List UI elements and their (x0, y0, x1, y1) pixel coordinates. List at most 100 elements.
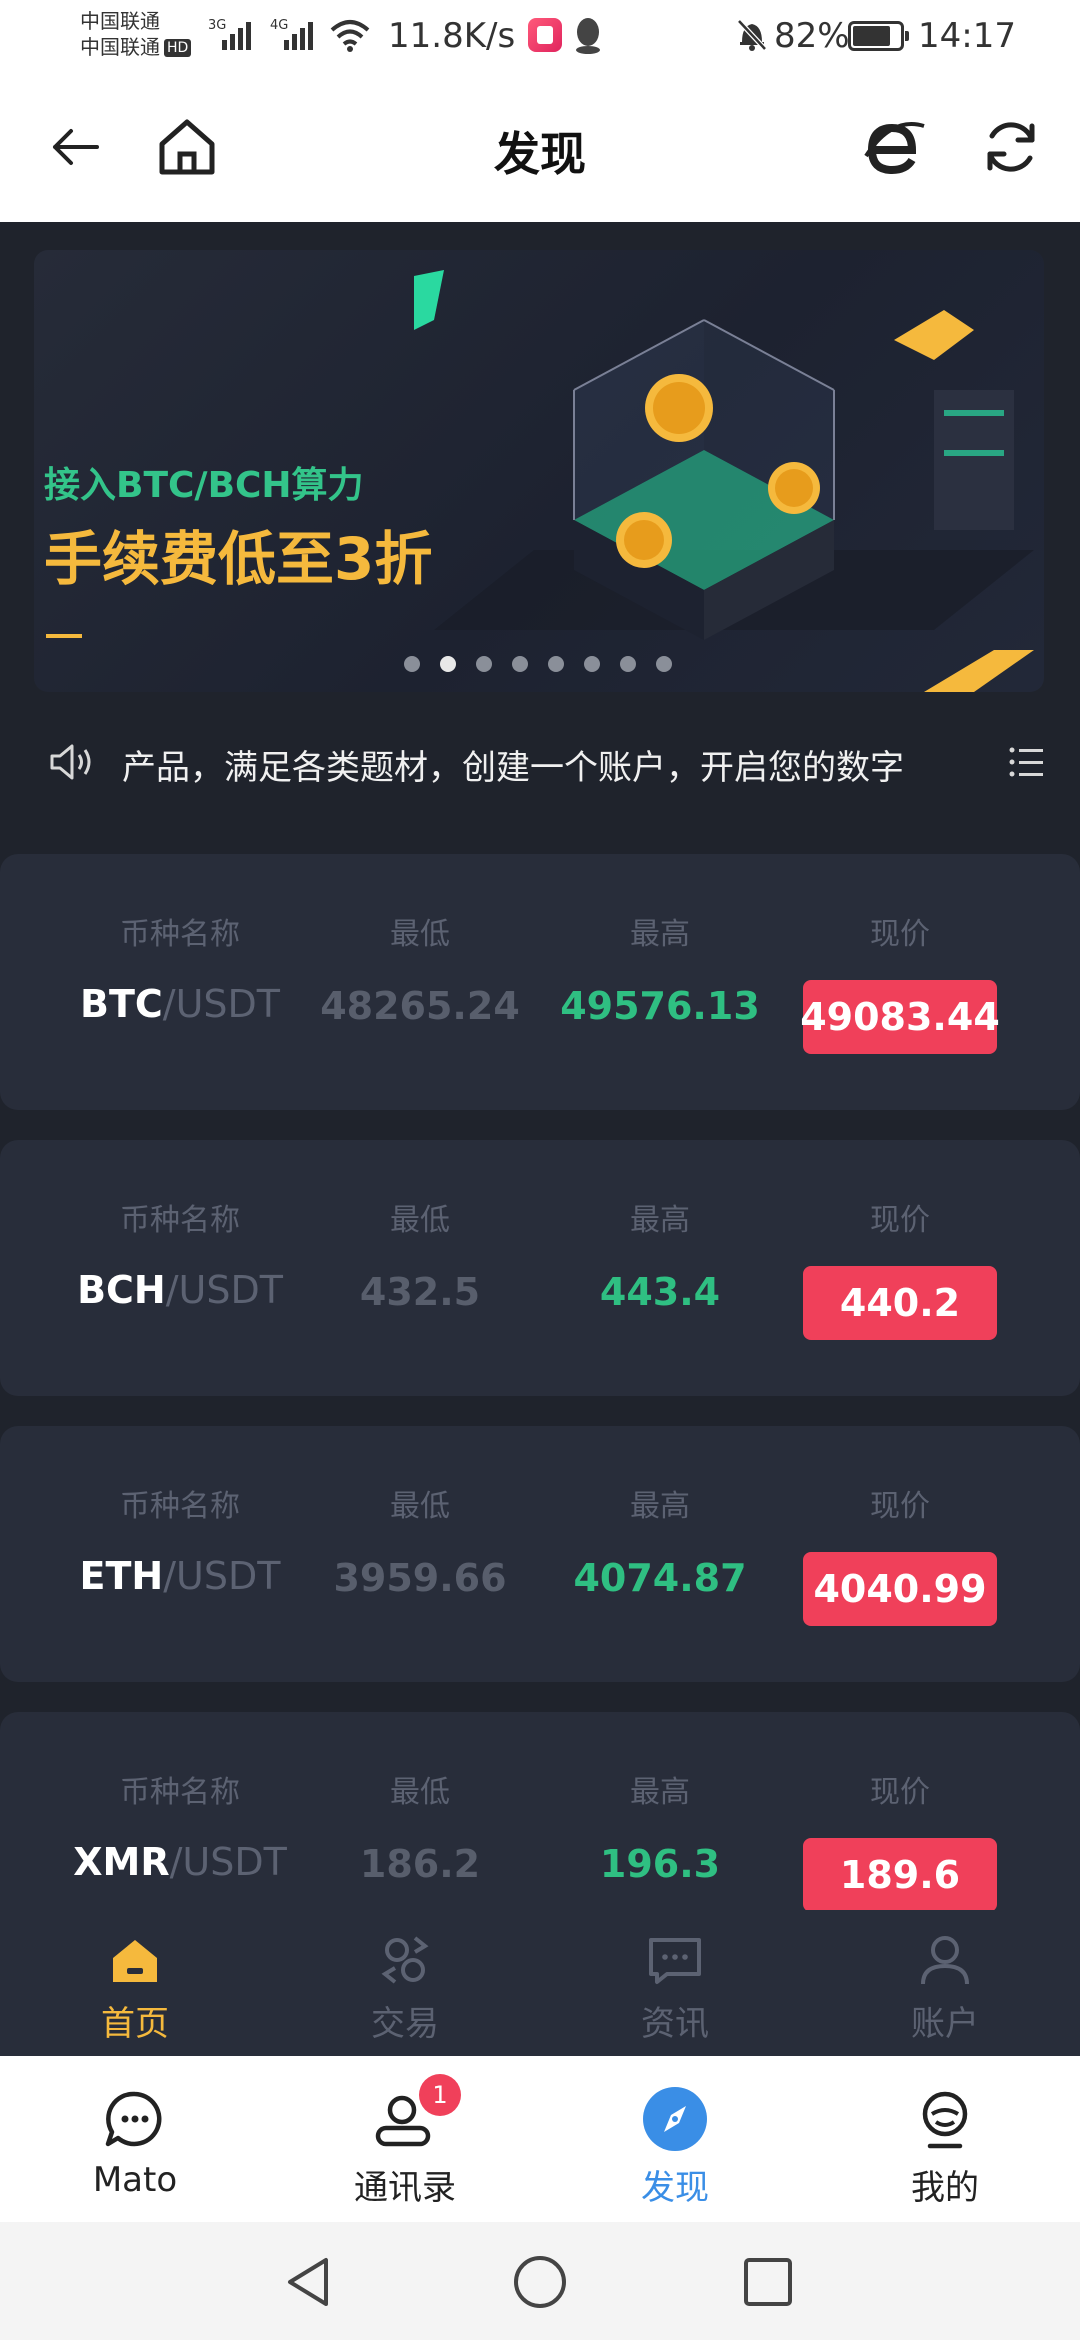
pair-quote: /USDT (163, 1554, 281, 1598)
carrier-info: 中国联通 中国联通 HD (80, 8, 192, 60)
current-price-badge[interactable]: 440.2 (803, 1266, 997, 1340)
trading-pair: BTC/USDT (30, 982, 330, 1026)
col-price-header: 现价 (870, 1489, 930, 1524)
banner-illustration (414, 270, 1034, 692)
banner-title: 手续费低至3折 (44, 525, 433, 593)
col-low-header: 最低 (390, 1489, 450, 1524)
host-tab-label: Mato (92, 2160, 178, 2200)
pair-quote: /USDT (162, 982, 280, 1026)
battery-icon (848, 21, 909, 51)
banner-subtitle: 接入BTC/BCH算力 (44, 465, 364, 506)
battery-percent: 82% (774, 16, 850, 56)
host-bottom-nav: Mato 1 通讯录 发现 我的 (0, 2056, 1080, 2222)
open-in-browser-button[interactable] (860, 112, 930, 182)
system-recents-icon[interactable] (738, 2252, 798, 2312)
high-price: 196.3 (599, 1842, 721, 1886)
pair-base: ETH (79, 1554, 164, 1598)
carrier-2: 中国联通 (80, 35, 160, 59)
list-icon[interactable] (1008, 744, 1044, 780)
profile-icon (922, 2091, 968, 2149)
high-price: 49576.13 (560, 984, 760, 1028)
col-low-header: 最低 (390, 917, 450, 952)
system-nav-bar (0, 2222, 1080, 2340)
app-notification-icon (528, 18, 562, 52)
pair-base: BTC (80, 982, 163, 1026)
nav-header: 发现 (0, 72, 1080, 222)
market-card[interactable]: 币种名称 最低 最高 现价 BTC/USDT 48265.24 49576.13 49083.… (0, 854, 1080, 1110)
col-name-header: 币种名称 (120, 1775, 240, 1810)
banner-dot[interactable] (584, 656, 600, 672)
banner-divider (46, 634, 82, 638)
low-price: 48265.24 (320, 984, 520, 1028)
status-bar: 中国联通 中国联通 HD 3G 4G 11.8K/s 82% 14:17 (0, 0, 1080, 72)
banner-dot[interactable] (620, 656, 636, 672)
app-tab-label: 首页 (101, 2004, 169, 2044)
hd-badge: HD (164, 39, 192, 57)
current-price-badge[interactable]: 4040.99 (803, 1552, 997, 1626)
host-tab-me[interactable]: 我的 (810, 2056, 1080, 2222)
low-price: 3959.66 (333, 1556, 507, 1600)
trading-pair: XMR/USDT (30, 1840, 330, 1884)
banner-dot[interactable] (512, 656, 528, 672)
app-tab-news[interactable]: 资讯 (540, 1910, 810, 2056)
app-tab-account[interactable]: 账户 (810, 1910, 1080, 2056)
clock: 14:17 (918, 16, 1016, 56)
banner-dot[interactable] (548, 656, 564, 672)
system-home-icon[interactable] (510, 2252, 570, 2312)
low-price: 186.2 (359, 1842, 481, 1886)
host-tab-label: 我的 (911, 2168, 979, 2208)
refresh-button[interactable] (976, 112, 1046, 182)
banner-pagination (404, 656, 672, 672)
col-price-header: 现价 (870, 1203, 930, 1238)
app-tab-home[interactable]: 首页 (0, 1910, 270, 2056)
banner-dot[interactable] (440, 656, 456, 672)
col-high-header: 最高 (630, 917, 690, 952)
col-high-header: 最高 (630, 1489, 690, 1524)
user-icon (921, 1936, 969, 1985)
col-high-header: 最高 (630, 1203, 690, 1238)
high-price: 4074.87 (573, 1556, 747, 1600)
banner-dot[interactable] (476, 656, 492, 672)
market-card[interactable]: 币种名称 最低 最高 现价 ETH/USDT 3959.66 4074.87 4040.99 (0, 1426, 1080, 1682)
app-tab-label: 交易 (371, 2004, 439, 2044)
col-price-header: 现价 (870, 917, 930, 952)
col-name-header: 币种名称 (120, 917, 240, 952)
app-tab-trade[interactable]: 交易 (270, 1910, 540, 2056)
app-tab-label: 账户 (911, 2004, 979, 2044)
current-price-badge[interactable]: 49083.44 (800, 980, 1000, 1054)
mute-bell-icon (737, 19, 767, 51)
compass-icon (643, 2087, 707, 2151)
host-tab-discover[interactable]: 发现 (540, 2056, 810, 2222)
notice-bar[interactable]: 产品，满足各类题材，创建一个账户，开启您的数字 (0, 722, 1080, 802)
refresh-icon (987, 122, 1035, 172)
market-card[interactable]: 币种名称 最低 最高 现价 BCH/USDT 432.5 443.4 440.2 (0, 1140, 1080, 1396)
col-high-header: 最高 (630, 1775, 690, 1810)
exchange-icon (381, 1936, 429, 1984)
col-name-header: 币种名称 (120, 1203, 240, 1238)
home-icon (113, 1940, 157, 1982)
speaker-icon (50, 744, 91, 780)
notice-text: 产品，满足各类题材，创建一个账户，开启您的数字 (122, 748, 904, 788)
banner-dot[interactable] (656, 656, 672, 672)
system-back-icon[interactable] (280, 2252, 340, 2312)
pair-base: BCH (77, 1268, 166, 1312)
host-tab-label: 发现 (641, 2168, 709, 2208)
discover-content: 接入BTC/BCH算力 手续费低至3折 产品，满足各类题材，创建一个账户，开启您… (0, 222, 1080, 2056)
col-name-header: 币种名称 (120, 1489, 240, 1524)
app-tab-bar: 首页 交易 资讯 账户 (0, 1910, 1080, 2056)
unread-badge: 1 (419, 2074, 461, 2116)
banner-dot[interactable] (404, 656, 420, 672)
trading-pair: ETH/USDT (30, 1554, 330, 1598)
host-tab-contacts[interactable]: 1 通讯录 (270, 2056, 540, 2222)
col-low-header: 最低 (390, 1203, 450, 1238)
col-price-header: 现价 (870, 1775, 930, 1810)
ie-browser-icon (864, 122, 925, 175)
promo-banner[interactable]: 接入BTC/BCH算力 手续费低至3折 (34, 250, 1044, 692)
current-price-badge[interactable]: 189.6 (803, 1838, 997, 1912)
message-icon (649, 1938, 701, 1984)
host-tab-mato[interactable]: Mato (0, 2056, 270, 2222)
chat-icon (105, 2091, 162, 2147)
col-low-header: 最低 (390, 1775, 450, 1810)
app-tab-label: 资讯 (641, 2004, 709, 2044)
high-price: 443.4 (599, 1270, 721, 1314)
